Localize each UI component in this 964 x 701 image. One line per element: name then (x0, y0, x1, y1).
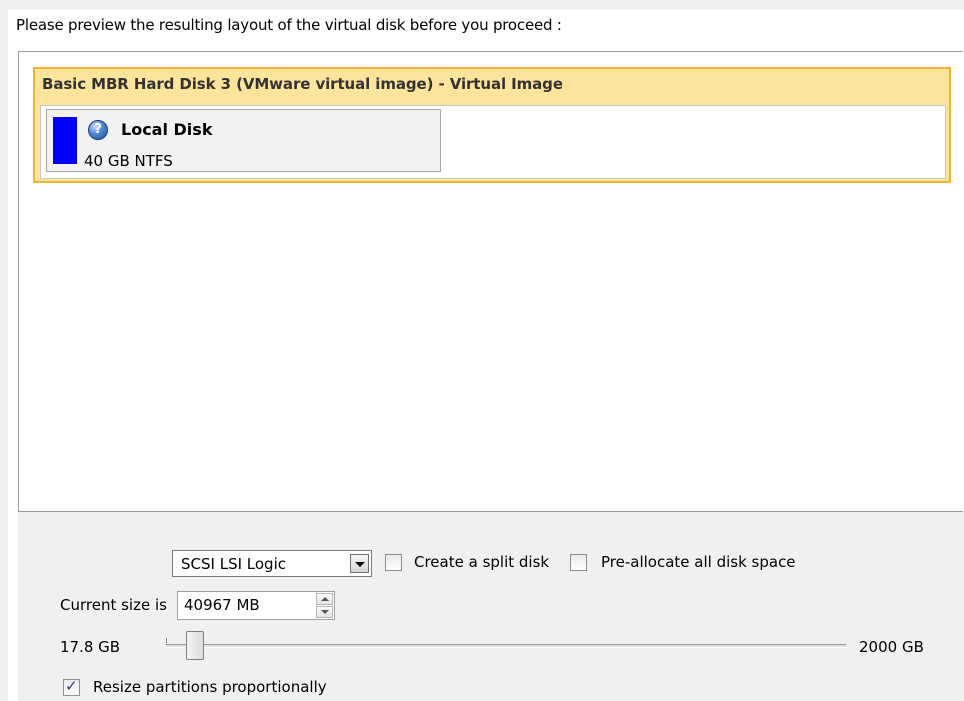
size-stepper[interactable] (316, 593, 333, 618)
slider-tick (166, 638, 167, 643)
resize-proportionally-label[interactable]: Resize partitions proportionally (93, 678, 327, 696)
controller-type-value: SCSI LSI Logic (181, 555, 286, 573)
size-slider-thumb[interactable] (186, 631, 204, 660)
instruction-text: Please preview the resulting layout of t… (16, 16, 562, 34)
help-icon: ? (88, 120, 108, 140)
spin-up-icon[interactable] (316, 593, 333, 605)
chevron-down-icon[interactable] (350, 554, 369, 573)
disk-title: Basic MBR Hard Disk 3 (VMware virtual im… (42, 75, 563, 93)
preallocate-label[interactable]: Pre-allocate all disk space (601, 553, 796, 571)
partition-info: 40 GB NTFS (84, 152, 173, 170)
size-slider-track[interactable] (166, 644, 846, 648)
preallocate-checkbox[interactable] (570, 554, 587, 571)
spin-down-icon[interactable] (316, 606, 333, 618)
size-value: 40967 MB (184, 596, 260, 614)
slider-max-label: 2000 GB (859, 638, 924, 656)
virtual-disk[interactable]: Basic MBR Hard Disk 3 (VMware virtual im… (33, 67, 951, 183)
disk-partition-area: ? Local Disk 40 GB NTFS (40, 105, 946, 179)
partition-name: Local Disk (121, 120, 213, 139)
controller-type-select[interactable]: SCSI LSI Logic (172, 550, 372, 577)
split-disk-checkbox[interactable] (385, 554, 402, 571)
current-size-label: Current size is (60, 596, 167, 614)
partition-color-bar (53, 117, 77, 164)
top-strip (0, 0, 964, 10)
disk-layout-preview: Basic MBR Hard Disk 3 (VMware virtual im… (18, 51, 963, 512)
size-input[interactable]: 40967 MB (177, 591, 335, 620)
slider-min-label: 17.8 GB (60, 638, 121, 656)
split-disk-label[interactable]: Create a split disk (414, 553, 549, 571)
left-edge (0, 10, 8, 701)
resize-proportionally-checkbox[interactable] (63, 677, 80, 696)
partition-block[interactable]: ? Local Disk 40 GB NTFS (46, 109, 441, 172)
